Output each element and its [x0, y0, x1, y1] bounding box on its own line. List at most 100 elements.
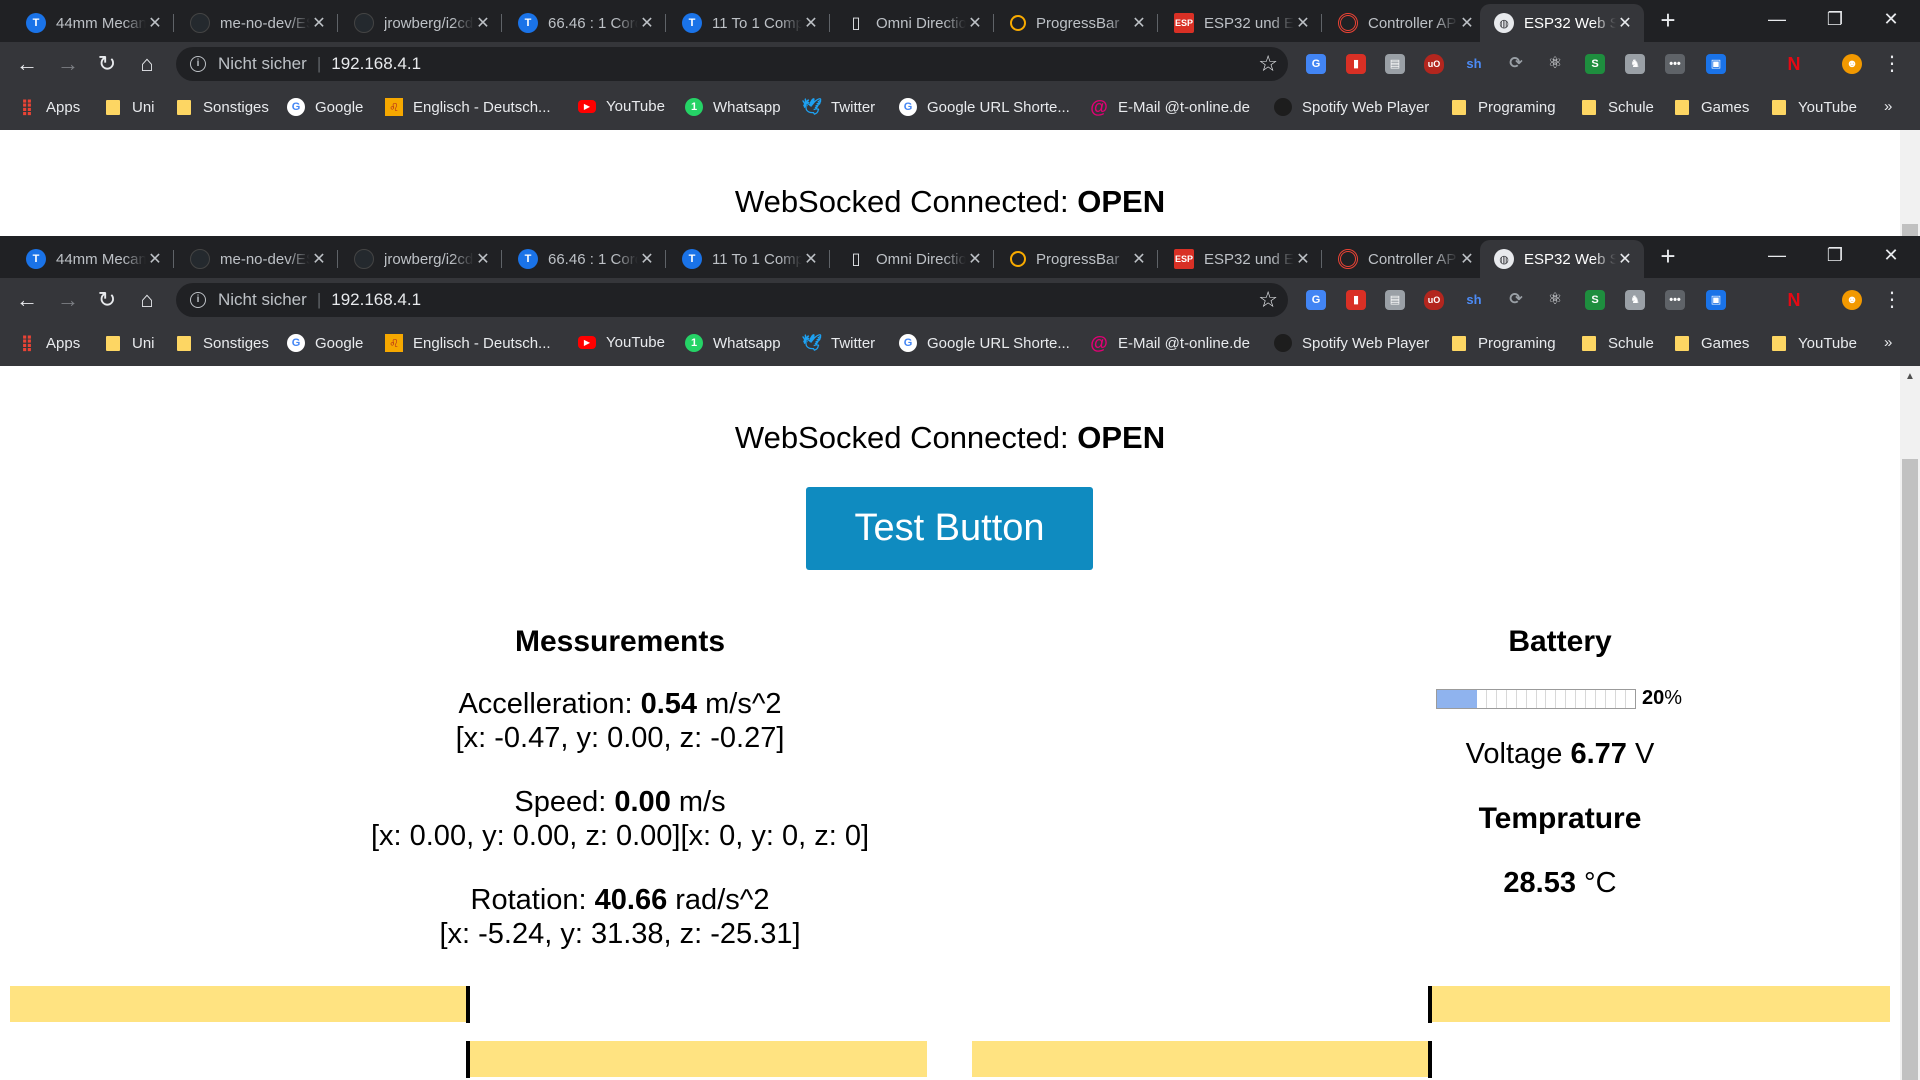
info-icon[interactable]: i: [190, 292, 206, 308]
netflix-icon[interactable]: N: [1784, 54, 1804, 74]
address-bar[interactable]: i Nicht sicher | 192.168.4.1 ☆: [176, 283, 1288, 317]
scrollbar-thumb[interactable]: [1902, 459, 1918, 1080]
close-icon[interactable]: ✕: [146, 249, 164, 269]
bookmark-google-url-shortener[interactable]: G Google URL Shorte...: [899, 334, 1070, 352]
close-icon[interactable]: ✕: [1130, 13, 1148, 33]
bookmark-apps[interactable]: ⣿ Apps: [18, 98, 80, 117]
bookmark-youtube[interactable]: ▶ YouTube: [578, 98, 665, 115]
tab-2[interactable]: jrowberg/i2cdevlib✕: [340, 240, 502, 278]
bottom-right-slider-track[interactable]: [972, 1041, 1431, 1077]
close-icon[interactable]: ✕: [966, 249, 984, 269]
screen-extension-icon[interactable]: ▣: [1706, 54, 1726, 74]
tab-0[interactable]: T44mm Mecanum✕: [12, 4, 174, 42]
bottom-left-slider-track[interactable]: [468, 1041, 927, 1077]
tab-6[interactable]: ProgressBar ✕: [996, 4, 1158, 42]
forward-icon[interactable]: →: [52, 48, 84, 80]
back-icon[interactable]: ←: [11, 48, 43, 80]
react-devtools-icon[interactable]: ⚛: [1545, 290, 1565, 310]
bookmark-games[interactable]: Games: [1673, 98, 1749, 116]
bookmark-extension-icon[interactable]: ▮: [1346, 54, 1366, 74]
tab-6[interactable]: ProgressBar ✕: [996, 240, 1158, 278]
profile-avatar-icon[interactable]: ☻: [1842, 290, 1862, 310]
bookmark-youtube-folder[interactable]: YouTube: [1770, 98, 1857, 116]
menu-kebab-icon[interactable]: ⋮: [1876, 48, 1908, 80]
bookmark-star-icon[interactable]: ☆: [1258, 51, 1278, 77]
chat-extension-icon[interactable]: ▤: [1385, 54, 1405, 74]
bookmark-programing[interactable]: Programing: [1450, 334, 1556, 352]
bookmark-twitter[interactable]: 🕊 Twitter: [802, 98, 875, 117]
left-slider-track[interactable]: [10, 986, 469, 1022]
person-extension-icon[interactable]: ♞: [1625, 54, 1645, 74]
bookmark-sonstiges[interactable]: Sonstiges: [175, 98, 269, 116]
close-icon[interactable]: ✕: [802, 249, 820, 269]
new-tab-button[interactable]: +: [1653, 242, 1683, 272]
bookmark-englisch-deutsch[interactable]: ♌ Englisch - Deutsch...: [385, 334, 551, 352]
close-icon[interactable]: ✕: [638, 13, 656, 33]
tab-0[interactable]: T44mm Mecanum✕: [12, 240, 174, 278]
bookmark-email[interactable]: @ E-Mail @t-online.de: [1090, 333, 1250, 353]
ublock-icon[interactable]: uO: [1424, 290, 1444, 310]
bookmark-google-url-shortener[interactable]: G Google URL Shorte...: [899, 98, 1070, 116]
close-icon[interactable]: ✕: [310, 249, 328, 269]
translate-extension-icon[interactable]: G: [1306, 290, 1326, 310]
bottom-right-slider-handle[interactable]: [1428, 1041, 1432, 1078]
tab-2[interactable]: jrowberg/i2cdevlib✕: [340, 4, 502, 42]
tab-5[interactable]: ▯Omni Directional✕: [832, 240, 994, 278]
close-icon[interactable]: ✕: [310, 13, 328, 33]
scroll-up-arrow-icon[interactable]: ▲: [1900, 368, 1920, 386]
bookmark-schule[interactable]: Schule: [1580, 98, 1654, 116]
window-close-button[interactable]: ✕: [1862, 0, 1920, 38]
more-bookmarks-chevron[interactable]: »: [1884, 334, 1892, 351]
bookmark-whatsapp[interactable]: 1 Whatsapp: [685, 334, 781, 352]
tab-5[interactable]: ▯Omni Directional✕: [832, 4, 994, 42]
chat-extension-icon[interactable]: ▤: [1385, 290, 1405, 310]
sync-extension-icon[interactable]: ⟳: [1506, 290, 1526, 310]
bottom-left-slider-handle[interactable]: [466, 1041, 470, 1078]
tab-4[interactable]: T11 To 1 Competition✕: [668, 240, 830, 278]
translate-extension-icon[interactable]: G: [1306, 54, 1326, 74]
test-button[interactable]: Test Button: [806, 487, 1093, 570]
bookmark-uni[interactable]: Uni: [104, 334, 155, 352]
close-icon[interactable]: ✕: [474, 249, 492, 269]
tab-7[interactable]: ESPESP32 und ESP8266✕: [1160, 4, 1322, 42]
info-icon[interactable]: i: [190, 56, 206, 72]
close-icon[interactable]: ✕: [638, 249, 656, 269]
right-slider-track[interactable]: [1431, 986, 1890, 1022]
address-bar[interactable]: i Nicht sicher | 192.168.4.1 ☆: [176, 47, 1288, 81]
left-slider-handle[interactable]: [466, 986, 470, 1023]
tab-1[interactable]: me-no-dev/ESPAsyncWebServer✕: [176, 240, 338, 278]
home-icon[interactable]: ⌂: [131, 48, 163, 80]
minimize-button[interactable]: —: [1748, 236, 1806, 274]
person-extension-icon[interactable]: ♞: [1625, 290, 1645, 310]
sh-extension-icon[interactable]: sh: [1464, 290, 1484, 310]
dots-extension-icon[interactable]: •••: [1665, 290, 1685, 310]
bookmark-google[interactable]: G Google: [287, 98, 363, 116]
tab-4[interactable]: T11 To 1 Competition✕: [668, 4, 830, 42]
maximize-button[interactable]: ❐: [1806, 0, 1864, 38]
forward-icon[interactable]: →: [52, 284, 84, 316]
profile-avatar-icon[interactable]: ☻: [1842, 54, 1862, 74]
close-icon[interactable]: ✕: [802, 13, 820, 33]
bookmark-sonstiges[interactable]: Sonstiges: [175, 334, 269, 352]
close-icon[interactable]: ✕: [146, 13, 164, 33]
bookmark-youtube-folder[interactable]: YouTube: [1770, 334, 1857, 352]
bookmark-email[interactable]: @ E-Mail @t-online.de: [1090, 97, 1250, 117]
tab-8[interactable]: Controller API ✕: [1324, 4, 1486, 42]
netflix-icon[interactable]: N: [1784, 290, 1804, 310]
tab-8[interactable]: Controller API ✕: [1324, 240, 1486, 278]
close-icon[interactable]: ✕: [474, 13, 492, 33]
bookmark-star-icon[interactable]: ☆: [1258, 287, 1278, 313]
window-close-button[interactable]: ✕: [1862, 236, 1920, 274]
close-icon[interactable]: ✕: [1616, 13, 1634, 33]
bookmark-apps[interactable]: ⣿ Apps: [18, 334, 80, 353]
ublock-icon[interactable]: uO: [1424, 54, 1444, 74]
bookmark-schule[interactable]: Schule: [1580, 334, 1654, 352]
sh-extension-icon[interactable]: sh: [1464, 54, 1484, 74]
s-extension-icon[interactable]: S: [1585, 290, 1605, 310]
close-icon[interactable]: ✕: [1616, 249, 1634, 269]
minimize-button[interactable]: —: [1748, 0, 1806, 38]
close-icon[interactable]: ✕: [966, 13, 984, 33]
bookmark-twitter[interactable]: 🕊 Twitter: [802, 334, 875, 353]
home-icon[interactable]: ⌂: [131, 284, 163, 316]
reload-icon[interactable]: ↻: [91, 48, 123, 80]
